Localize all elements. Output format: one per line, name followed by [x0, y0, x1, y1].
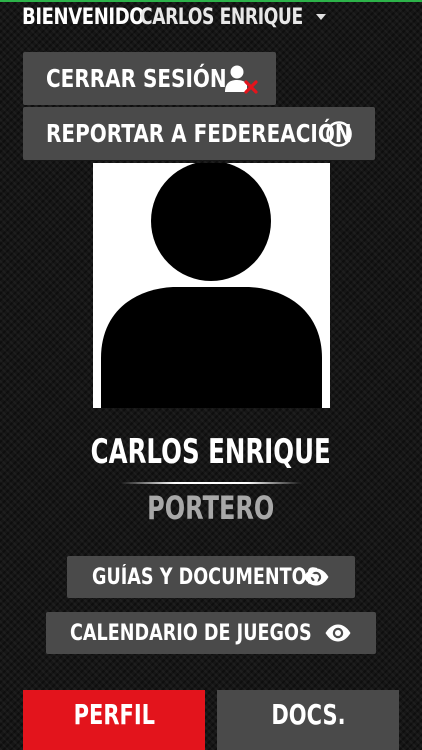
eye-icon [325, 624, 351, 642]
report-label: REPORTAR A FEDEREACIÓN [46, 119, 352, 148]
welcome-label: BIENVENIDO [22, 4, 145, 30]
tab-docs-label: DOCS. [270, 698, 346, 731]
tab-profile[interactable]: PERFIL [23, 690, 205, 750]
chevron-down-icon [316, 14, 326, 20]
calendar-label: CALENDARIO DE JUEGOS [70, 620, 312, 646]
logout-label: CERRAR SESIÓN [46, 64, 227, 93]
player-position: PORTERO [147, 489, 275, 527]
logout-button[interactable]: CERRAR SESIÓN [23, 52, 276, 105]
guides-label: GUÍAS Y DOCUMENTOS [92, 564, 320, 590]
games-calendar-button[interactable]: CALENDARIO DE JUEGOS [46, 612, 376, 654]
user-menu-toggle[interactable]: CARLOS ENRIQUE [140, 5, 326, 30]
user-remove-icon [225, 65, 258, 94]
report-federation-button[interactable]: REPORTAR A FEDEREACIÓN [23, 107, 375, 160]
profile-avatar [93, 163, 330, 408]
user-name: CARLOS ENRIQUE [140, 4, 303, 30]
name-divider [120, 482, 302, 484]
user-silhouette-icon [101, 163, 322, 408]
tab-docs[interactable]: DOCS. [217, 690, 399, 750]
guides-documents-button[interactable]: GUÍAS Y DOCUMENTOS [67, 556, 355, 598]
tab-profile-label: PERFIL [73, 698, 155, 731]
profile-name: CARLOS ENRIQUE [90, 432, 332, 472]
welcome-header: BIENVENIDO CARLOS ENRIQUE [22, 0, 326, 34]
